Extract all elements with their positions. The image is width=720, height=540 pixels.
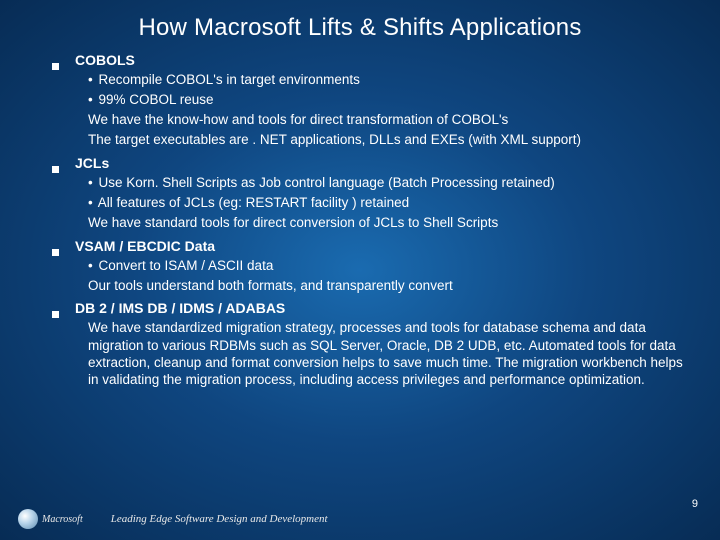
body-text: We have the know-how and tools for direc… bbox=[52, 111, 692, 129]
section-vsam: VSAM / EBCDIC Data • Convert to ISAM / A… bbox=[52, 238, 692, 295]
body-text: We have standardized migration strategy,… bbox=[52, 319, 692, 388]
bullet-item: • Recompile COBOL's in target environmen… bbox=[52, 71, 692, 89]
body-text: We have standard tools for direct conver… bbox=[52, 214, 692, 232]
bullet-text: Use Korn. Shell Scripts as Job control l… bbox=[99, 175, 555, 190]
section-jcls: JCLs • Use Korn. Shell Scripts as Job co… bbox=[52, 155, 692, 232]
square-bullet-icon bbox=[52, 249, 59, 256]
square-bullet-icon bbox=[52, 166, 59, 173]
bullet-item: • Use Korn. Shell Scripts as Job control… bbox=[52, 174, 692, 192]
bullet-text: All features of JCLs (eg: RESTART facili… bbox=[98, 195, 409, 210]
section-heading: JCLs bbox=[75, 155, 109, 171]
logo-text: Macrosoft bbox=[42, 514, 83, 525]
body-text: Our tools understand both formats, and t… bbox=[52, 277, 692, 295]
footer-tagline: Leading Edge Software Design and Develop… bbox=[111, 513, 328, 525]
bullet-text: Convert to ISAM / ASCII data bbox=[99, 258, 274, 273]
bullet-item: • 99% COBOL reuse bbox=[52, 91, 692, 109]
slide-title: How Macrosoft Lifts & Shifts Application… bbox=[28, 14, 692, 42]
bullet-text: 99% COBOL reuse bbox=[99, 92, 214, 107]
section-db2: DB 2 / IMS DB / IDMS / ADABAS We have st… bbox=[52, 300, 692, 388]
bullet-item: • Convert to ISAM / ASCII data bbox=[52, 257, 692, 275]
bullet-item: • All features of JCLs (eg: RESTART faci… bbox=[52, 194, 692, 212]
section-heading: DB 2 / IMS DB / IDMS / ADABAS bbox=[75, 300, 285, 316]
section-heading: VSAM / EBCDIC Data bbox=[75, 238, 215, 254]
section-cobols: COBOLS • Recompile COBOL's in target env… bbox=[52, 52, 692, 149]
footer: Macrosoft Leading Edge Software Design a… bbox=[0, 504, 720, 534]
logo-icon bbox=[18, 509, 38, 529]
body-text: The target executables are . NET applica… bbox=[52, 131, 692, 149]
bullet-text: Recompile COBOL's in target environments bbox=[99, 72, 360, 87]
slide-content: COBOLS • Recompile COBOL's in target env… bbox=[28, 52, 692, 388]
square-bullet-icon bbox=[52, 311, 59, 318]
logo: Macrosoft bbox=[18, 509, 83, 529]
square-bullet-icon bbox=[52, 63, 59, 70]
section-heading: COBOLS bbox=[75, 52, 135, 68]
